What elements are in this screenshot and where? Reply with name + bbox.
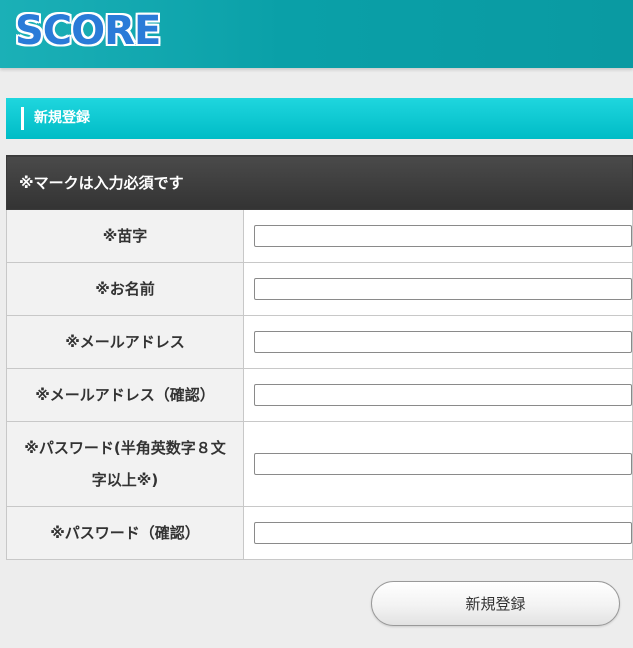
form-row-password-confirm: ※パスワード（確認） bbox=[6, 506, 633, 560]
input-cell bbox=[243, 315, 633, 369]
password-input[interactable] bbox=[254, 453, 632, 475]
form-row-password: ※パスワード(半角英数字８文字以上※) bbox=[6, 421, 633, 507]
form-row-first-name: ※お名前 bbox=[6, 262, 633, 316]
field-label-email-confirm: ※メールアドレス（確認） bbox=[6, 368, 244, 422]
required-notice: ※マークは入力必須です bbox=[6, 155, 633, 210]
first-name-input[interactable] bbox=[254, 278, 632, 300]
email-input[interactable] bbox=[254, 331, 632, 353]
field-label-password: ※パスワード(半角英数字８文字以上※) bbox=[6, 421, 244, 507]
site-header: SCORE bbox=[0, 0, 633, 68]
form-row-last-name: ※苗字 bbox=[6, 209, 633, 263]
input-cell bbox=[243, 368, 633, 422]
score-logo[interactable]: SCORE bbox=[15, 7, 161, 55]
field-label-first-name: ※お名前 bbox=[6, 262, 244, 316]
form-row-email-confirm: ※メールアドレス（確認） bbox=[6, 368, 633, 422]
register-submit-button[interactable]: 新規登録 bbox=[371, 581, 620, 626]
field-label-email: ※メールアドレス bbox=[6, 315, 244, 369]
section-accent-line bbox=[21, 107, 24, 130]
field-label-last-name: ※苗字 bbox=[6, 209, 244, 263]
input-cell bbox=[243, 506, 633, 560]
password-confirm-input[interactable] bbox=[254, 522, 632, 544]
field-label-password-confirm: ※パスワード（確認） bbox=[6, 506, 244, 560]
registration-form: ※マークは入力必須です ※苗字 ※お名前 ※メールアドレス ※メールアドレス（確… bbox=[6, 155, 633, 560]
section-title-bar: 新規登録 bbox=[6, 98, 633, 139]
input-cell bbox=[243, 209, 633, 263]
email-confirm-input[interactable] bbox=[254, 384, 632, 406]
input-cell bbox=[243, 421, 633, 507]
form-row-email: ※メールアドレス bbox=[6, 315, 633, 369]
section-title: 新規登録 bbox=[34, 110, 90, 126]
input-cell bbox=[243, 262, 633, 316]
last-name-input[interactable] bbox=[254, 225, 632, 247]
